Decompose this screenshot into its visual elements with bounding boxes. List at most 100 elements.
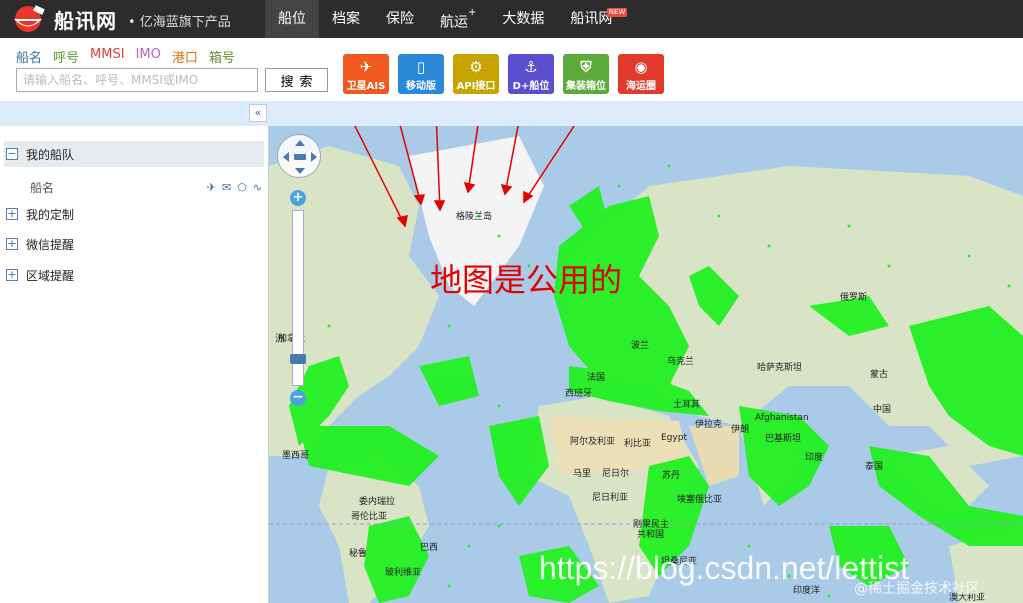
sidebar-item-wechat-alert[interactable]: + 微信提醒 <box>6 231 74 257</box>
tab-call-sign[interactable]: 呼号 <box>53 47 79 66</box>
ship-icon: ⚓ <box>524 58 538 76</box>
map-label: 伊拉克 <box>695 420 723 430</box>
world-map[interactable]: 格陵兰岛 俄罗斯 哈萨克斯坦 蒙古 中国 Afghanistan 巴基斯坦 印度… <box>269 126 1023 603</box>
logo[interactable]: 船讯网 <box>8 4 128 34</box>
zoom-control: + − <box>290 190 306 406</box>
tab-container[interactable]: 箱号 <box>209 47 235 66</box>
map-label: 马里 <box>573 469 592 479</box>
satellite-ais-button[interactable]: ✈ 卫星AIS <box>343 54 389 94</box>
map-label: 委内瑞拉 <box>359 497 396 507</box>
map-label: 土耳其 <box>673 400 701 410</box>
mail-icon[interactable]: ✉ <box>222 181 231 194</box>
nav-label: 船位 <box>278 11 306 27</box>
tab-mmsi[interactable]: MMSI <box>90 47 125 66</box>
toolbar-strip <box>0 101 1023 126</box>
nav-item-insurance[interactable]: 保险 <box>373 0 427 38</box>
watermark-juejin: @稀土掘金技术社区 <box>854 581 980 597</box>
search-input[interactable] <box>16 68 258 92</box>
zoom-slider-handle[interactable] <box>290 354 306 364</box>
map-label: 阿尔及利亚 <box>570 437 616 447</box>
logo-subtitle: • 亿海蓝旗下产品 <box>128 15 231 30</box>
map-label: 利比亚 <box>624 439 652 449</box>
pan-arrows-icon <box>283 140 317 174</box>
collapse-minus-icon[interactable]: − <box>6 148 18 160</box>
satellite-icon[interactable]: ✈ <box>207 181 216 194</box>
map-label: 巴基斯坦 <box>765 434 802 444</box>
map-label: 哥伦比亚 <box>351 512 388 522</box>
tool-label: 海运圈 <box>626 81 656 92</box>
api-button[interactable]: ⚙ API接口 <box>453 54 499 94</box>
main-nav: 船位 档案 保险 航运+ 大数据 船讯网 NEW <box>265 0 628 38</box>
map-label: 法国 <box>587 373 606 383</box>
mobile-icon: ▯ <box>416 58 426 76</box>
collapse-sidebar-button[interactable]: « <box>249 104 267 122</box>
tag-icon[interactable]: ⬠ <box>237 181 247 194</box>
expand-plus-icon[interactable]: + <box>6 208 18 220</box>
map-label: 泰国 <box>865 462 884 472</box>
map-label: 俄罗斯 <box>840 293 868 303</box>
map-label: 尼日利亚 <box>592 493 629 503</box>
expand-plus-icon[interactable]: + <box>6 269 18 281</box>
zoom-in-button[interactable]: + <box>290 190 306 206</box>
nav-item-archive[interactable]: 档案 <box>319 0 373 38</box>
satellite-icon: ✈ <box>359 58 373 76</box>
nav-plus-sup: + <box>468 7 477 18</box>
top-bar: 船讯网 • 亿海蓝旗下产品 船位 档案 保险 航运+ 大数据 船讯网 NEW <box>0 0 1023 38</box>
nav-item-shipxy[interactable]: 船讯网 NEW <box>557 0 628 38</box>
map-label: 西班牙 <box>565 389 593 399</box>
map-label: 蒙古 <box>870 370 889 380</box>
search-type-tabs: 船名 呼号 MMSI IMO 港口 箱号 <box>16 47 235 66</box>
map-label: 伊朗 <box>731 425 750 435</box>
map-label: 秘鲁 <box>349 549 368 559</box>
sidebar-item-label: 我的定制 <box>26 207 75 222</box>
d-plus-position-button[interactable]: ⚓ D+船位 <box>508 54 554 94</box>
shipping-circle-button[interactable]: ◉ 海运圈 <box>618 54 664 94</box>
tool-label: D+船位 <box>512 81 550 92</box>
fleet-header-row: 船名 ✈ ✉ ⬠ ∿ <box>30 177 264 197</box>
map-label: Egypt <box>661 433 687 443</box>
gear-icon: ⚙ <box>469 58 483 76</box>
map-label: 乌克兰 <box>667 357 695 367</box>
chat-icon: ◉ <box>634 58 648 76</box>
expand-plus-icon[interactable]: + <box>6 238 18 250</box>
sidebar-item-label: 微信提醒 <box>26 237 75 252</box>
sidebar-item-my-fleet[interactable]: − 我的船队 <box>4 141 264 167</box>
logo-ship-icon <box>8 4 52 34</box>
nav-label: 档案 <box>332 11 360 27</box>
sidebar-item-area-alert[interactable]: + 区域提醒 <box>6 262 74 288</box>
new-badge: NEW <box>606 8 628 17</box>
route-icon[interactable]: ∿ <box>253 181 262 194</box>
zoom-side-label: 洲 <box>275 334 285 345</box>
tab-imo[interactable]: IMO <box>136 47 161 66</box>
map-label: 巴西 <box>420 543 439 553</box>
nav-item-shipping[interactable]: 航运+ <box>427 0 489 38</box>
zoom-out-button[interactable]: − <box>290 390 306 406</box>
map-label: 印度 <box>805 453 824 463</box>
sidebar: − 我的船队 船名 ✈ ✉ ⬠ ∿ + 我的定制 + 微信提醒 + 区域提醒 <box>0 126 269 603</box>
map-label: 共和国 <box>637 530 665 540</box>
tool-label: 集装箱位 <box>566 81 606 92</box>
tab-port[interactable]: 港口 <box>172 47 198 66</box>
container-position-button[interactable]: ⛨ 集装箱位 <box>563 54 609 94</box>
search-button[interactable]: 搜索 <box>265 68 328 92</box>
shield-icon: ⛨ <box>580 58 592 76</box>
map-label: 埃塞俄比亚 <box>677 495 723 505</box>
map-label: Afghanistan <box>755 413 809 423</box>
sidebar-item-label: 区域提醒 <box>26 268 75 283</box>
map-label: 墨西哥 <box>282 451 310 461</box>
nav-item-ship-position[interactable]: 船位 <box>265 0 319 38</box>
sidebar-item-my-custom[interactable]: + 我的定制 <box>6 201 74 227</box>
nav-label: 保险 <box>386 11 414 27</box>
nav-label: 航运 <box>440 14 468 31</box>
tab-ship-name[interactable]: 船名 <box>16 47 42 66</box>
map-pan-control[interactable] <box>277 134 321 178</box>
map-label: 格陵兰岛 <box>456 212 493 222</box>
logo-text: 船讯网 <box>54 8 117 33</box>
tool-label: API接口 <box>456 81 496 92</box>
mobile-version-button[interactable]: ▯ 移动版 <box>398 54 444 94</box>
nav-label: 大数据 <box>502 11 545 27</box>
nav-item-big-data[interactable]: 大数据 <box>489 0 557 38</box>
map-label: 尼日尔 <box>602 469 630 479</box>
tool-label: 卫星AIS <box>346 81 386 92</box>
tool-label: 移动版 <box>406 81 436 92</box>
